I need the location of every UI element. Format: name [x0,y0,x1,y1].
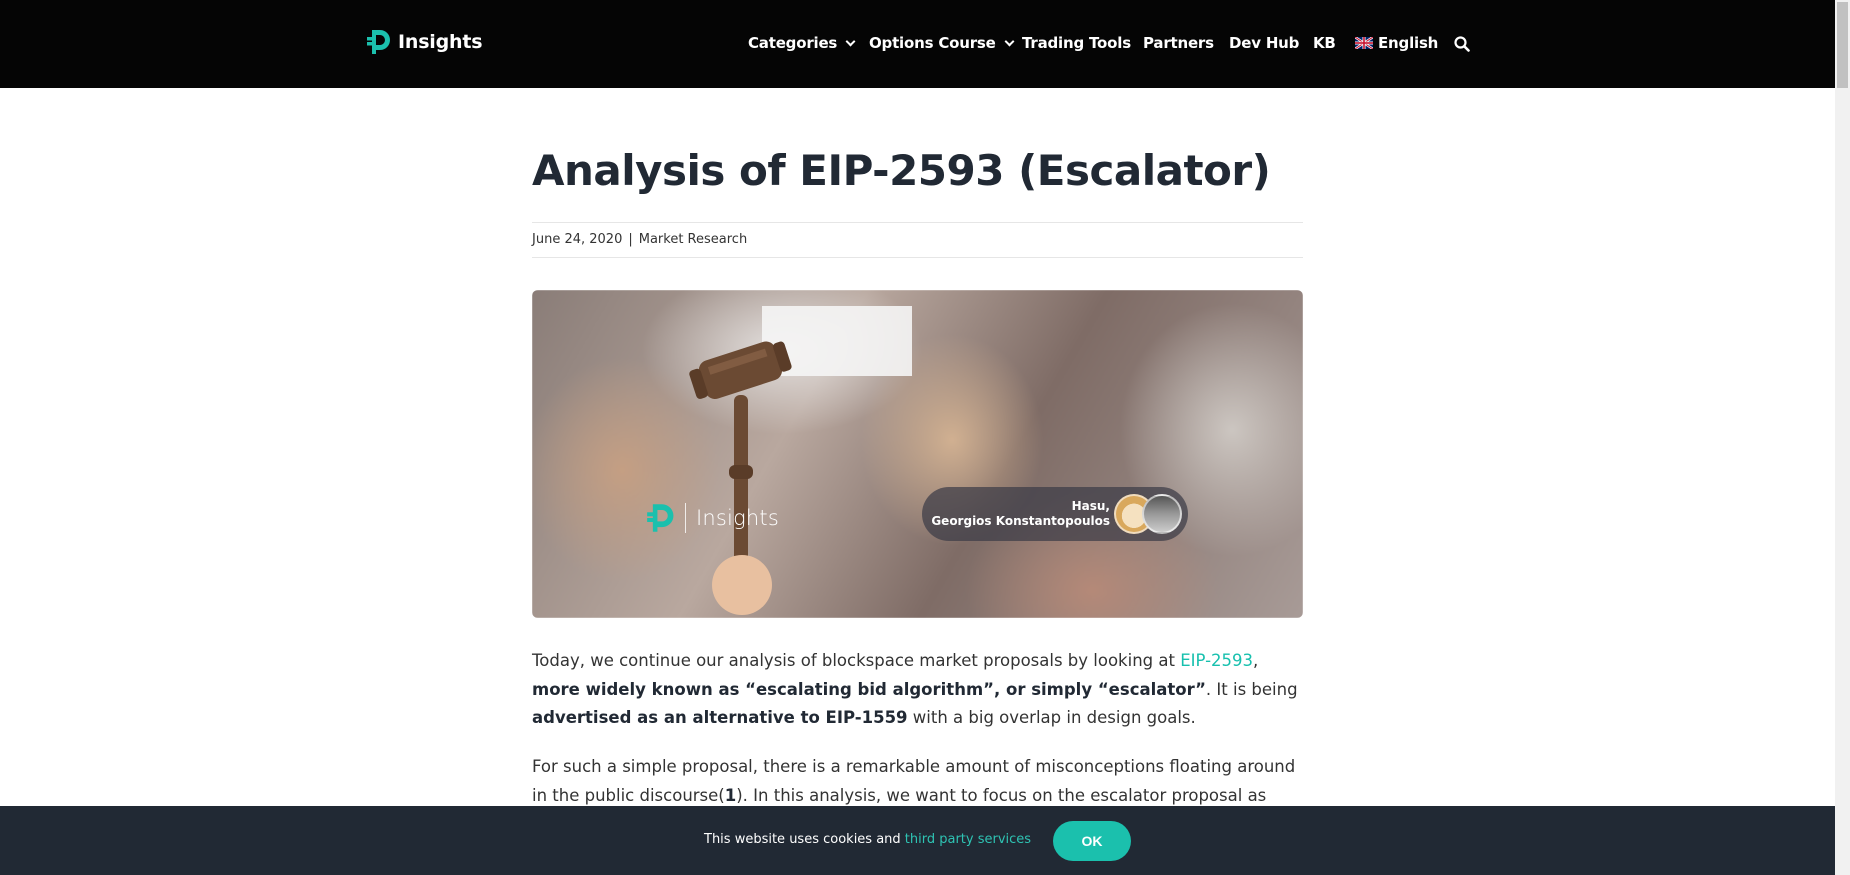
text-span: with a big overlap in design goals. [907,708,1196,727]
hero-logo-text: Insights [696,506,779,530]
logo-icon [647,504,674,532]
cookie-ok-button[interactable]: OK [1053,821,1131,861]
logo-icon [367,30,390,54]
nav-language[interactable]: English [1355,34,1438,52]
text-span: , [1253,651,1259,670]
author-names: Hasu, Georgios Konstantopoulos [931,499,1110,529]
uk-flag-icon [1355,37,1373,49]
nav-dev-hub[interactable]: Dev Hub [1229,34,1299,52]
nav-partners[interactable]: Partners [1143,34,1214,52]
article-date: June 24, 2020 [532,232,623,247]
cookie-message: This website uses cookies and third part… [704,832,1031,847]
footnote-ref[interactable]: 1 [725,786,736,805]
avatar [1142,494,1182,534]
nav-label: Options Course [869,34,996,52]
article-meta: June 24, 2020 | Market Research [532,232,747,247]
nav-label: Categories [748,34,838,52]
bold-text: more widely known as “escalating bid alg… [532,679,1206,699]
hero-logo: Insights [647,502,779,534]
article-paragraph-1: Today, we continue our analysis of block… [532,647,1303,733]
author-badge: Hasu, Georgios Konstantopoulos [922,487,1188,541]
chevron-down-icon [1004,36,1015,46]
nav-kb[interactable]: KB [1313,34,1336,52]
nav-label: Dev Hub [1229,34,1300,52]
bold-text: advertised as an alternative to EIP-1559 [532,708,908,727]
meta-divider-top [532,222,1303,223]
page-scrollbar[interactable] [1835,0,1850,875]
site-logo[interactable]: Insights [367,28,483,56]
hero-image: Insights Hasu, Georgios Konstantopoulos [532,290,1303,618]
cookie-text: This website uses cookies and [704,832,905,847]
cookie-consent-bar: This website uses cookies and third part… [0,806,1835,875]
search-icon[interactable] [1454,36,1470,52]
author-line-2: Georgios Konstantopoulos [931,514,1110,528]
chevron-down-icon [845,36,856,46]
article-category-link[interactable]: Market Research [639,232,747,247]
nav-label: Trading Tools [1022,34,1131,52]
site-header: Insights Categories Options Course Tradi… [0,0,1835,88]
crowd-background [532,290,1303,618]
nav-label: KB [1313,34,1336,52]
nav-label: English [1378,34,1439,52]
nav-trading-tools[interactable]: Trading Tools [1022,34,1131,52]
scrollbar-thumb[interactable] [1837,2,1848,88]
nav-options-course[interactable]: Options Course [869,34,1015,52]
nav-label: Partners [1143,34,1214,52]
text-span: . It is being [1205,679,1298,699]
gavel-icon [689,341,792,615]
text-span: Today, we continue our analysis of block… [532,651,1181,670]
eip-2593-link[interactable]: EIP-2593 [1180,651,1253,670]
nav-categories[interactable]: Categories [748,34,856,52]
article-title: Analysis of EIP-2593 (Escalator) [532,146,1271,195]
author-line-1: Hasu, [1071,499,1110,513]
logo-divider [685,503,686,533]
meta-separator: | [628,232,633,247]
meta-divider-bottom [532,257,1303,258]
third-party-services-link[interactable]: third party services [905,832,1031,847]
logo-text: Insights [398,31,483,53]
